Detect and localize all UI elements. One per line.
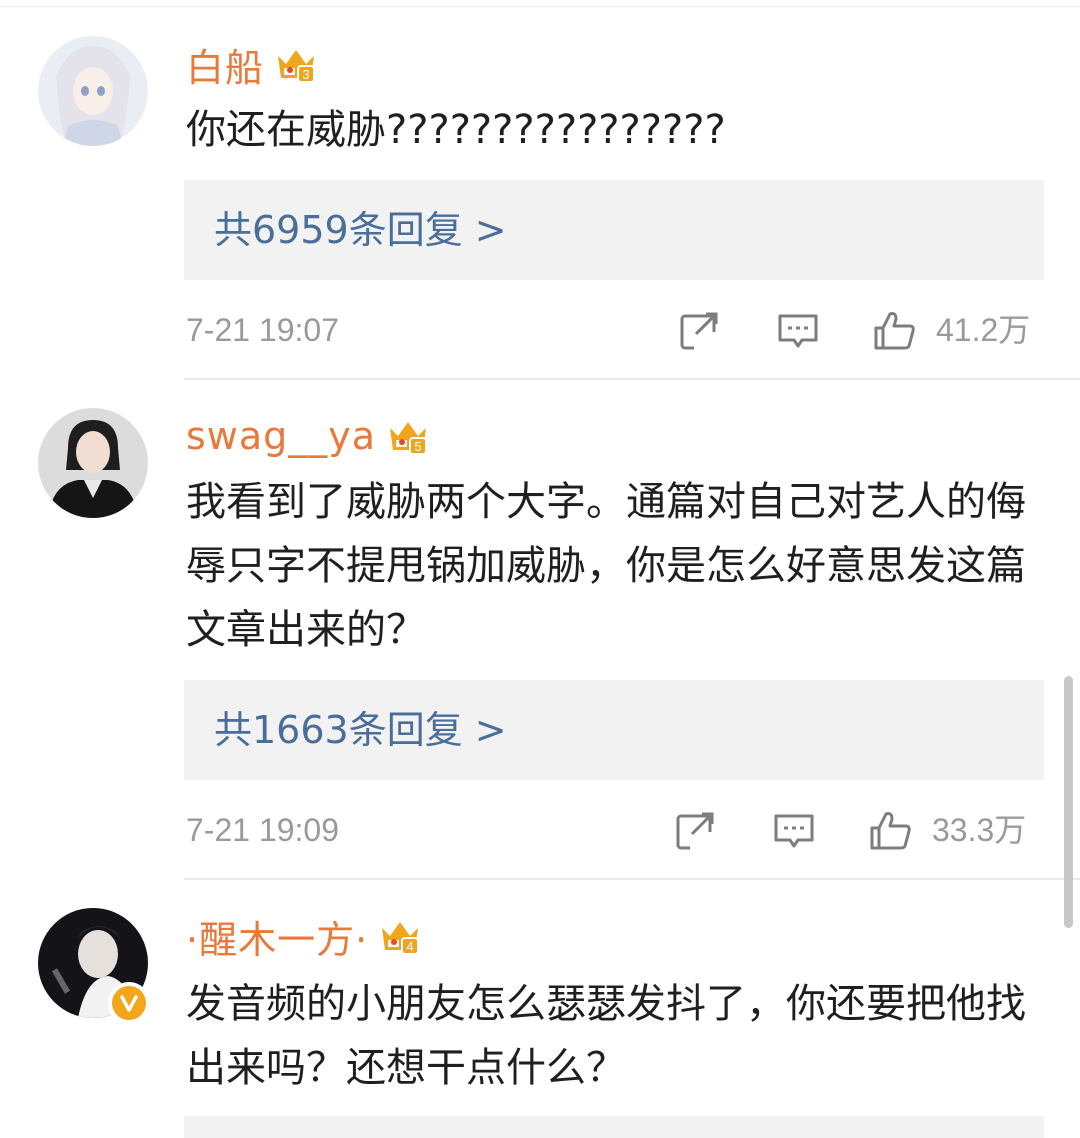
svg-text:5: 5 <box>414 439 421 454</box>
avatar[interactable] <box>38 36 148 146</box>
timestamp: 7-21 19:09 <box>186 812 340 848</box>
crown-level-icon: 3 <box>278 50 316 83</box>
like-count: 41.2万 <box>936 312 1031 348</box>
share-icon[interactable] <box>674 808 718 852</box>
meta-row: 7-21 19:09 33.3万 <box>186 800 1046 860</box>
replies-box[interactable]: 共1663条回复 > <box>184 680 1044 780</box>
comment-text: 你还在威胁???????????????? <box>186 107 726 153</box>
avatar[interactable] <box>38 408 148 518</box>
like-icon[interactable] <box>872 308 916 352</box>
like-icon[interactable] <box>868 808 912 852</box>
crown-level-icon: 4 <box>382 922 420 955</box>
like-count: 33.3万 <box>932 812 1027 848</box>
svg-text:3: 3 <box>302 67 309 82</box>
user-line: swag__ya 5 <box>186 406 430 466</box>
user-line: 白船 3 <box>186 34 318 94</box>
replies-box[interactable] <box>184 1116 1044 1138</box>
comment-icon[interactable] <box>776 308 820 352</box>
comment-text: 发音频的小朋友怎么瑟瑟发抖了，你还要把他找出来吗？还想干点什么？ <box>186 981 1026 1091</box>
comment-icon[interactable] <box>772 808 816 852</box>
divider <box>184 878 1080 880</box>
view-replies-link[interactable]: 共6959条回复 > <box>214 180 507 280</box>
user-line: ·醒木一方· 4 <box>186 906 422 966</box>
comment-list-page: 白船 3 你还在威胁???????????????? 共6959条回复 > 7-… <box>0 0 1080 1138</box>
username[interactable]: ·醒木一方· <box>186 909 368 964</box>
scrollbar[interactable] <box>1064 676 1073 928</box>
view-replies-link[interactable]: 共1663条回复 > <box>214 680 507 780</box>
username[interactable]: 白船 <box>186 37 264 92</box>
top-divider <box>0 6 1080 7</box>
divider <box>184 378 1080 380</box>
replies-box[interactable]: 共6959条回复 > <box>184 180 1044 280</box>
share-icon[interactable] <box>678 308 722 352</box>
timestamp: 7-21 19:07 <box>186 312 340 348</box>
svg-text:4: 4 <box>407 939 414 954</box>
crown-level-icon: 5 <box>390 422 428 455</box>
comment-text: 我看到了威胁两个大字。通篇对自己对艺人的侮辱只字不提甩锅加威胁，你是怎么好意思发… <box>186 479 1026 653</box>
meta-row: 7-21 19:07 41.2万 <box>186 300 1046 360</box>
verified-icon <box>108 982 150 1024</box>
username[interactable]: swag__ya <box>186 414 376 458</box>
